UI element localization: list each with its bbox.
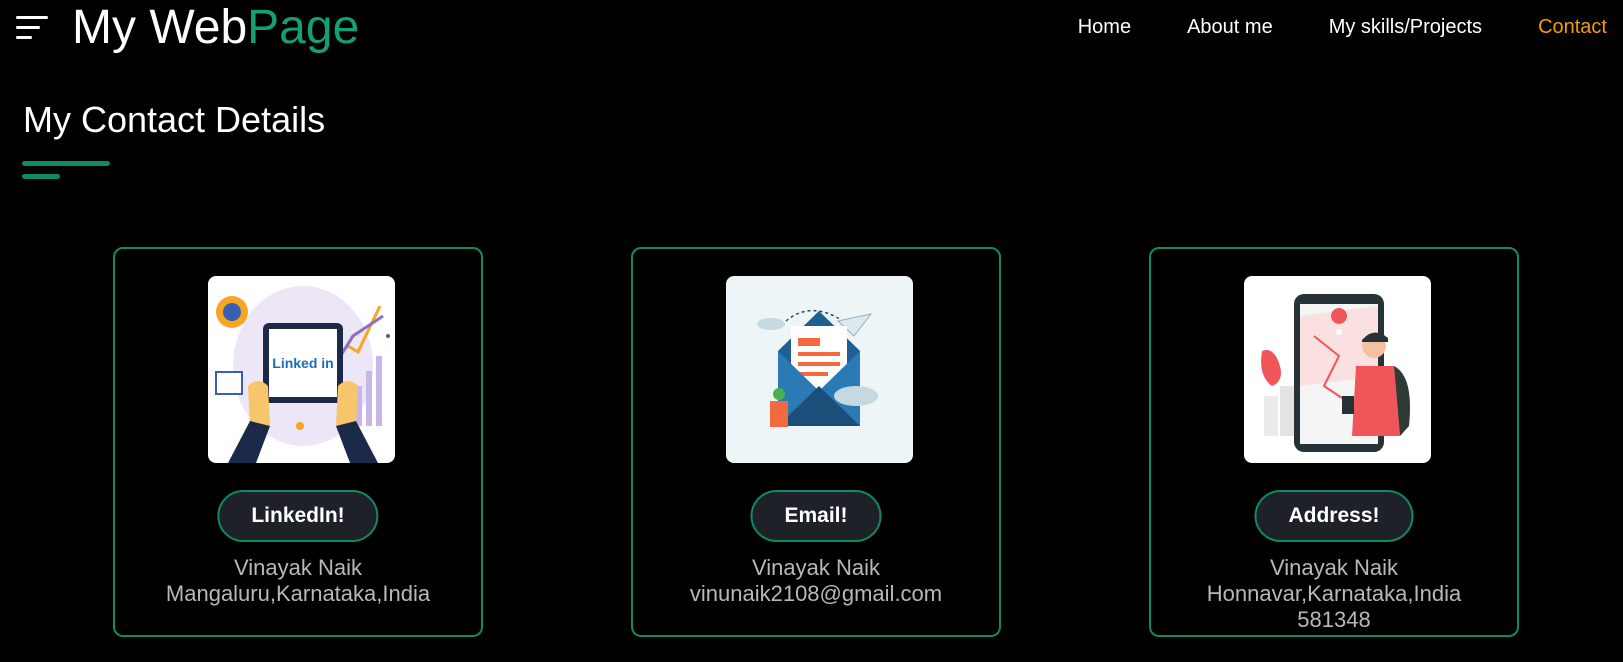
linkedin-logo-text: Linked in bbox=[272, 355, 333, 371]
email-envelope-illustration bbox=[726, 276, 913, 463]
title-underline-long bbox=[22, 161, 110, 166]
contact-name: Vinayak Naik bbox=[234, 555, 362, 580]
nav-about-me[interactable]: About me bbox=[1187, 16, 1273, 39]
address-details: Vinayak Naik Honnavar,Karnataka,India 58… bbox=[1151, 555, 1517, 633]
linkedin-button[interactable]: LinkedIn! bbox=[217, 490, 379, 542]
brand-text-part2: Page bbox=[247, 1, 360, 54]
contact-address: Honnavar,Karnataka,India bbox=[1206, 581, 1462, 606]
contact-postal-code: 581348 bbox=[1297, 607, 1371, 632]
linkedin-details: Vinayak Naik Mangaluru,Karnataka,India bbox=[115, 555, 481, 607]
email-button[interactable]: Email! bbox=[750, 490, 882, 542]
contact-location: Mangaluru,Karnataka,India bbox=[165, 581, 431, 606]
contact-card-address: Address! Vinayak Naik Honnavar,Karnataka… bbox=[1149, 247, 1519, 637]
nav-skills-projects[interactable]: My skills/Projects bbox=[1329, 16, 1482, 39]
hamburger-menu-icon[interactable] bbox=[16, 16, 48, 42]
section-title: My Contact Details bbox=[23, 99, 326, 140]
location-phone-illustration-icon bbox=[1261, 294, 1410, 452]
title-underline-short bbox=[22, 174, 60, 179]
nav-contact[interactable]: Contact bbox=[1538, 16, 1607, 39]
contact-card-linkedin: Linked in LinkedIn! Vinayak Naik Mangalu… bbox=[113, 247, 483, 637]
address-button[interactable]: Address! bbox=[1254, 490, 1414, 542]
linkedin-illustration: Linked in bbox=[208, 276, 395, 463]
brand-text-part1: My Web bbox=[72, 1, 248, 54]
envelope-illustration-icon bbox=[757, 309, 878, 427]
site-logo-title[interactable]: My WebPage bbox=[72, 0, 359, 56]
nav-home[interactable]: Home bbox=[1078, 16, 1131, 39]
top-navbar: My WebPage Home About me My skills/Proje… bbox=[0, 0, 1623, 58]
contact-card-email: Email! Vinayak Naik vinunaik2108@gmail.c… bbox=[631, 247, 1001, 637]
email-details: Vinayak Naik vinunaik2108@gmail.com bbox=[633, 555, 999, 607]
location-map-phone-illustration bbox=[1244, 276, 1431, 463]
contact-name: Vinayak Naik bbox=[1270, 555, 1398, 580]
contact-name: Vinayak Naik bbox=[752, 555, 880, 580]
linkedin-illustration-icon: Linked in bbox=[215, 286, 390, 463]
contact-email[interactable]: vinunaik2108@gmail.com bbox=[633, 581, 999, 607]
main-nav: Home About me My skills/Projects Contact bbox=[1078, 16, 1607, 39]
